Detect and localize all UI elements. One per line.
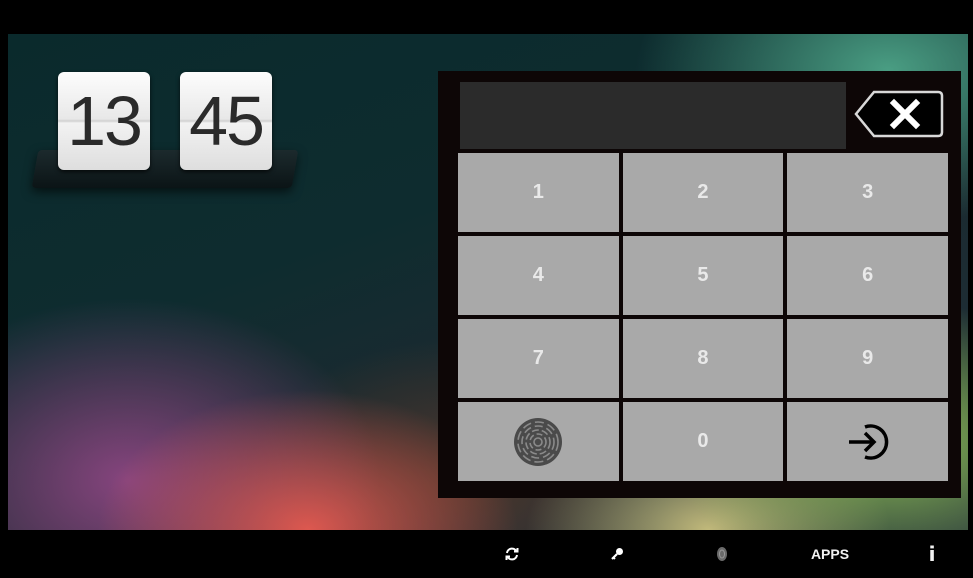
key-1[interactable]: 1	[458, 153, 619, 232]
key-button[interactable]	[605, 530, 629, 578]
fingerprint-button[interactable]	[458, 402, 619, 481]
login-arrow-icon	[848, 423, 888, 460]
refresh-button[interactable]	[500, 530, 524, 578]
clock-minutes: 45	[180, 72, 272, 170]
key-3[interactable]: 3	[787, 153, 948, 232]
clock-hours: 13	[58, 72, 150, 170]
key-9[interactable]: 9	[787, 319, 948, 398]
info-button[interactable]: i	[920, 530, 944, 578]
pin-keypad-panel: 1 2 3 4 5 6 7 8 9 0	[438, 71, 961, 498]
backspace-x-icon	[854, 90, 944, 138]
key-8[interactable]: 8	[622, 319, 784, 398]
key-7[interactable]: 7	[458, 319, 619, 398]
enter-button[interactable]	[787, 402, 948, 481]
info-icon: i	[928, 542, 936, 566]
apps-button[interactable]: APPS	[800, 530, 860, 578]
keypad-grid: 1 2 3 4 5 6 7 8 9 0	[458, 153, 948, 481]
key-2[interactable]: 2	[622, 153, 784, 232]
fingerprint-bar-button[interactable]	[710, 530, 734, 578]
apps-label: APPS	[810, 546, 850, 562]
key-4[interactable]: 4	[458, 236, 619, 315]
key-5[interactable]: 5	[622, 236, 784, 315]
fingerprint-icon	[514, 417, 563, 466]
bottom-action-bar: APPS i	[0, 530, 973, 578]
status-bar	[8, 10, 968, 34]
key-icon	[611, 548, 623, 560]
key-6[interactable]: 6	[787, 236, 948, 315]
pin-display-field[interactable]	[460, 82, 846, 149]
backspace-button[interactable]	[854, 88, 944, 140]
refresh-icon	[505, 547, 519, 561]
fingerprint-icon	[717, 547, 727, 561]
key-0[interactable]: 0	[622, 402, 784, 481]
